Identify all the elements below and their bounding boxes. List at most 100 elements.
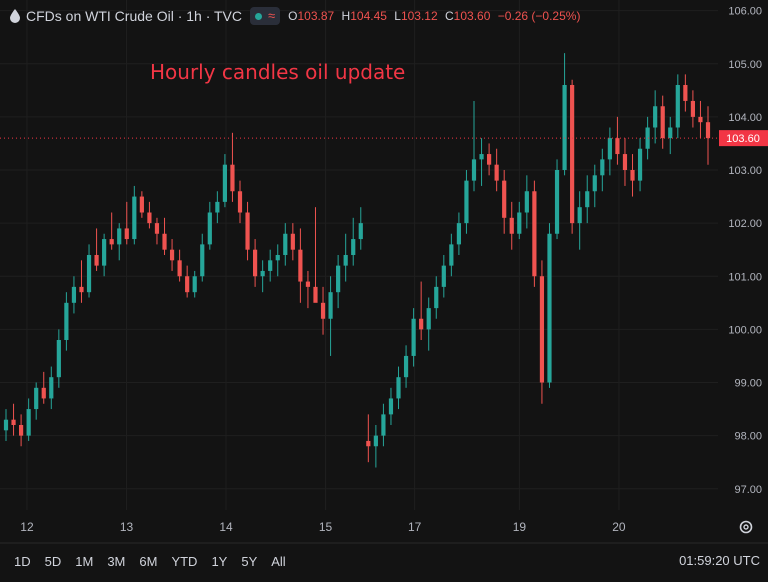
status-pill[interactable]: ≈ <box>250 7 281 25</box>
x-tick-label: 15 <box>319 520 333 534</box>
candle-body <box>577 207 582 224</box>
y-tick-label: 105.00 <box>728 59 762 71</box>
candle-body <box>3 419 9 431</box>
candle-body <box>19 425 24 436</box>
ohlc-open-value: 103.87 <box>297 9 335 23</box>
range-1y-button[interactable]: 1Y <box>211 554 227 569</box>
y-tick-label: 98.00 <box>734 431 762 443</box>
range-1m-button[interactable]: 1M <box>75 554 93 569</box>
candle-body <box>660 106 665 139</box>
candle-body <box>607 138 612 160</box>
candle-body <box>698 116 703 123</box>
candle-body <box>268 260 273 271</box>
candle-body <box>79 286 84 293</box>
range-ytd-button[interactable]: YTD <box>171 554 197 569</box>
ohlc-close-value: 103.60 <box>453 9 491 23</box>
candle-body <box>637 148 643 181</box>
candle-body <box>207 212 212 245</box>
candle-body <box>71 286 77 303</box>
candle-body <box>102 239 107 266</box>
ohlc-low-key: L <box>394 9 401 23</box>
y-tick-label: 97.00 <box>734 484 762 496</box>
candle-body <box>705 122 711 139</box>
candle-body <box>109 239 114 245</box>
candle-body <box>117 228 122 245</box>
candle-body <box>298 249 303 282</box>
candle-body <box>139 196 144 213</box>
candle-body <box>675 85 680 128</box>
candle-body <box>86 255 92 293</box>
range-5y-button[interactable]: 5Y <box>241 554 257 569</box>
settings-icon[interactable] <box>738 519 754 535</box>
ohlc-high-value: 104.45 <box>350 9 387 23</box>
candle-body <box>64 302 69 340</box>
candle-body <box>456 223 461 245</box>
last-price-label: 103.60 <box>726 133 760 145</box>
candle-body <box>94 255 99 266</box>
candle-body <box>426 308 431 330</box>
candle-body <box>562 85 567 170</box>
range-6m-button[interactable]: 6M <box>139 554 157 569</box>
candle-body <box>668 127 673 139</box>
candle-body <box>200 244 205 277</box>
candle-body <box>683 85 688 101</box>
candle-body <box>509 217 514 234</box>
ohlc-open-key: O <box>288 9 298 23</box>
candle-body <box>464 180 469 224</box>
candle-body <box>41 387 46 399</box>
x-tick-label: 20 <box>612 520 626 534</box>
candle-body <box>441 265 446 287</box>
candle-body <box>56 340 61 378</box>
candle-body <box>502 180 507 218</box>
candle-body <box>388 398 394 415</box>
candle-body <box>434 286 439 309</box>
y-tick-label: 103.00 <box>728 165 762 177</box>
candle-body <box>237 191 243 213</box>
candle-body <box>622 154 628 170</box>
candle-body <box>592 175 597 192</box>
range-3m-button[interactable]: 3M <box>107 554 125 569</box>
y-tick-label: 101.00 <box>728 271 762 283</box>
symbol-title[interactable]: CFDs on WTI Crude Oil · 1h · TVC <box>26 8 242 24</box>
wave-icon: ≈ <box>268 8 276 23</box>
candle-body <box>396 377 401 399</box>
candle-body <box>615 138 620 155</box>
range-all-button[interactable]: All <box>271 554 285 569</box>
utc-clock[interactable]: 01:59:20 UTC <box>679 553 760 568</box>
chart-annotation[interactable]: Hourly candles oil update <box>150 60 405 84</box>
y-tick-label: 100.00 <box>728 324 762 336</box>
range-5d-button[interactable]: 5D <box>45 554 62 569</box>
candle-body <box>524 191 529 213</box>
candle-body <box>253 249 258 277</box>
candle-body <box>343 255 348 266</box>
candlestick-chart[interactable]: 97.00 98.00 99.00 100.00 101.00 102.00 103.00 1… <box>0 0 768 577</box>
candle-body <box>336 265 341 293</box>
candle-body <box>185 276 190 293</box>
ohlc-low-value: 103.12 <box>400 9 438 23</box>
candle-body <box>600 159 605 176</box>
chart-header: CFDs on WTI Crude Oil · 1h · TVC ≈ O103.… <box>0 0 718 32</box>
chart-area[interactable]: 97.00 98.00 99.00 100.00 101.00 102.00 103.00 1… <box>0 0 768 577</box>
y-tick-label: 102.00 <box>728 218 762 230</box>
candle-body <box>494 164 499 181</box>
x-tick-label: 17 <box>408 520 422 534</box>
candle-body <box>124 228 129 240</box>
candle-body <box>419 318 424 330</box>
candle-body <box>653 106 658 128</box>
candle-body <box>328 292 333 319</box>
candle-body <box>162 233 167 250</box>
oil-drop-icon <box>10 9 20 23</box>
candle-body <box>471 159 477 181</box>
candle-body <box>381 414 386 436</box>
candle-body <box>230 164 235 192</box>
candle-body <box>690 100 695 117</box>
candle-body <box>313 286 318 303</box>
candle-body <box>11 419 16 425</box>
candle-body <box>154 223 160 234</box>
range-1d-button[interactable]: 1D <box>14 554 31 569</box>
candle-body <box>177 260 182 277</box>
ohlc-readout: O103.87 H104.45 L103.12 C103.60 −0.26 (−… <box>288 9 584 23</box>
ohlc-close-key: C <box>445 9 454 23</box>
x-tick-label: 14 <box>219 520 233 534</box>
candle-body <box>34 387 39 410</box>
